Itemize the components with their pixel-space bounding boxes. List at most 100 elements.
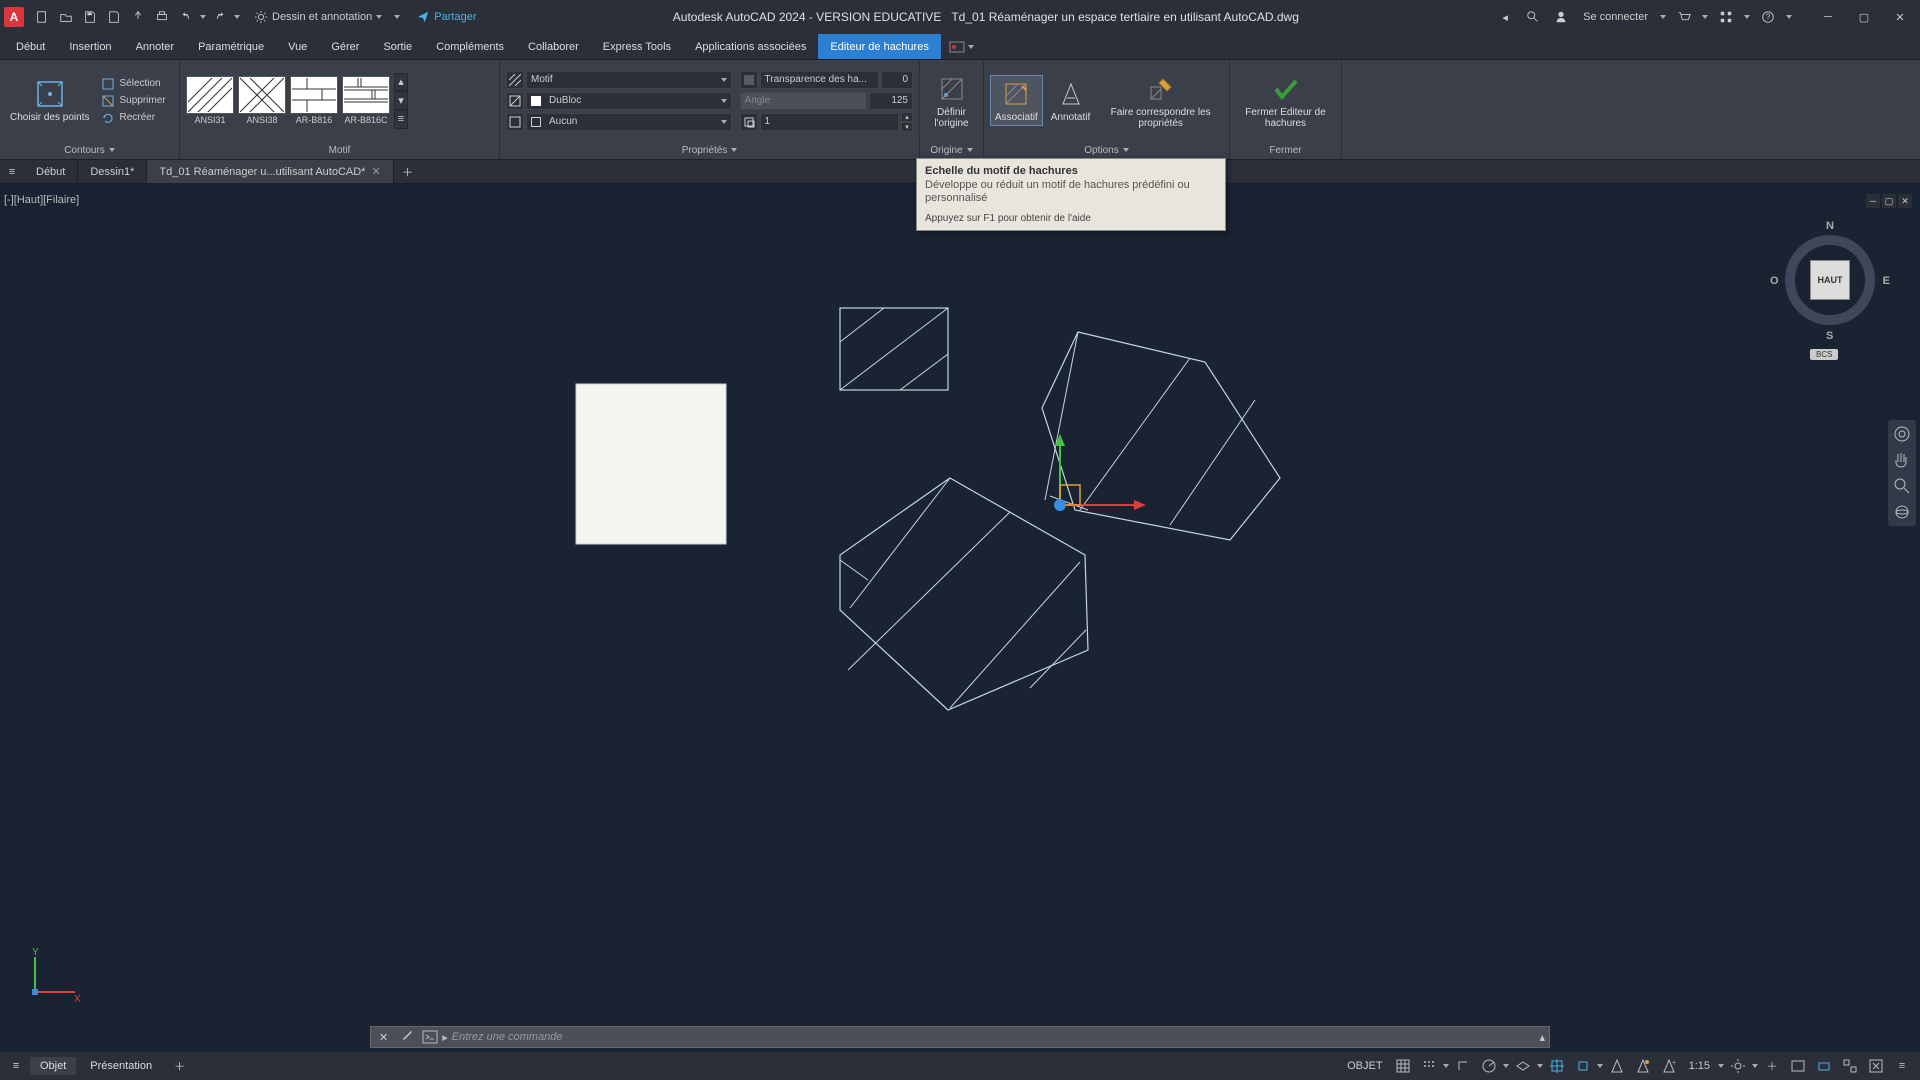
shape-rectangle-white[interactable] [576,384,726,544]
associative-button[interactable]: Associatif [990,75,1043,126]
tab-extra[interactable] [941,34,982,59]
panel-label-origine[interactable]: Origine [920,141,983,159]
isodraft-dropdown-icon[interactable] [1537,1064,1543,1068]
shape-rectangle-small[interactable] [840,308,948,390]
redo-icon[interactable] [210,7,230,27]
hardware-accel-icon[interactable] [1812,1055,1836,1077]
qat-customize-icon[interactable] [394,15,400,19]
panel-label-options[interactable]: Options [984,141,1229,159]
scale-label[interactable]: 1:15 [1683,1060,1716,1072]
shape-hexagon-right[interactable] [1042,332,1280,540]
workspace-selector[interactable]: Dessin et annotation [248,8,388,26]
swatch-ansi38[interactable]: ANSI38 [238,76,286,125]
recreate-button[interactable]: Recréer [97,110,169,126]
nav-orbit-icon[interactable] [1888,502,1916,522]
layout-menu-icon[interactable]: ≡ [6,1056,26,1076]
osnap-dropdown-icon[interactable] [1597,1064,1603,1068]
command-history-icon[interactable]: ▴ [1539,1031,1545,1044]
ucs-icon[interactable]: Y X [20,947,80,1010]
undo-icon[interactable] [176,7,196,27]
tab-insertion[interactable]: Insertion [57,34,123,59]
snap-toggle-icon[interactable] [1417,1055,1441,1077]
match-props-button[interactable]: Faire correspondre les propriétés [1098,71,1223,131]
close-editor-button[interactable]: Fermer Editeur de hachures [1236,71,1335,131]
tab-sortie[interactable]: Sortie [371,34,424,59]
hatch-origin-gizmo[interactable] [1054,434,1146,511]
osnap-toggle-icon[interactable] [1545,1055,1569,1077]
select-button[interactable]: Sélection [97,76,169,92]
viewcube-face-top[interactable]: HAUT [1810,260,1850,300]
clean-screen-icon[interactable] [1864,1055,1888,1077]
tab-complements[interactable]: Compléments [424,34,516,59]
pick-points-button[interactable]: Choisir des points [6,76,93,125]
isodraft-toggle-icon[interactable] [1511,1055,1535,1077]
cart-dropdown-icon[interactable] [1702,15,1708,19]
user-icon[interactable] [1551,7,1571,27]
saveas-icon[interactable] [104,7,124,27]
hatch-type-dropdown[interactable]: Motif [526,71,732,89]
plot-icon[interactable] [152,7,172,27]
close-button[interactable]: ✕ [1884,7,1916,27]
isolate-objects-icon[interactable] [1838,1055,1862,1077]
hatch-bg-icon[interactable] [506,113,524,131]
ui-lock-icon[interactable] [1786,1055,1810,1077]
grid-toggle-icon[interactable] [1391,1055,1415,1077]
annotative-button[interactable]: Annotatif [1047,76,1094,125]
workspace-switch-dropdown-icon[interactable] [1752,1064,1758,1068]
swatch-expand[interactable]: ≡ [394,110,408,129]
panel-label-contours[interactable]: Contours [0,141,179,159]
save-icon[interactable] [80,7,100,27]
tab-express-tools[interactable]: Express Tools [591,34,683,59]
hatch-type-icon[interactable] [506,71,524,89]
swatch-scroll-up[interactable]: ▴ [394,73,408,92]
annotation-auto-icon[interactable]: + [1657,1055,1681,1077]
nav-wheel-icon[interactable] [1888,424,1916,444]
new-icon[interactable] [32,7,52,27]
help-dropdown-icon[interactable] [1786,15,1792,19]
monitor-plus-icon[interactable]: ＋ [1760,1055,1784,1077]
scale-icon[interactable] [740,113,758,131]
viewcube-west[interactable]: O [1770,275,1779,287]
tab-vue[interactable]: Vue [276,34,319,59]
panel-label-proprietes[interactable]: Propriétés [500,141,919,159]
tab-applications[interactable]: Applications associées [683,34,818,59]
minimize-button[interactable]: ─ [1812,7,1844,27]
command-input[interactable]: Entrez une commande [452,1031,1536,1043]
search-prev-icon[interactable]: ◂ [1495,7,1515,27]
layout-tab-add[interactable]: ＋ [166,1058,193,1074]
open-icon[interactable] [56,7,76,27]
ortho-toggle-icon[interactable] [1451,1055,1475,1077]
maximize-button[interactable]: ▢ [1848,7,1880,27]
nav-zoom-icon[interactable] [1888,476,1916,496]
viewport-minimize[interactable]: ─ [1866,194,1880,208]
viewcube-east[interactable]: E [1883,275,1890,287]
viewcube[interactable]: HAUT N S E O BCS [1770,220,1890,360]
tab-annoter[interactable]: Annoter [124,34,187,59]
viewport-close[interactable]: ✕ [1898,194,1912,208]
tab-collaborer[interactable]: Collaborer [516,34,591,59]
customization-icon[interactable]: ≡ [1890,1055,1914,1077]
swatch-scroll-down[interactable]: ▾ [394,91,408,110]
command-line[interactable]: ✕ ▸ Entrez une commande ▴ [370,1026,1550,1048]
annotation-visibility-icon[interactable] [1631,1055,1655,1077]
app-logo[interactable]: A [4,7,24,27]
search-icon[interactable] [1523,7,1543,27]
layout-tab-presentation[interactable]: Présentation [80,1057,162,1075]
command-customize-icon[interactable] [396,1029,418,1046]
status-objet[interactable]: OBJET [1341,1060,1388,1072]
viewcube-bcs[interactable]: BCS [1810,349,1838,360]
transparency-icon[interactable] [740,71,758,89]
signin-label[interactable]: Se connecter [1579,11,1652,23]
undo-dropdown-icon[interactable] [200,15,206,19]
file-tabs-menu-icon[interactable]: ≡ [0,160,24,183]
drawing-canvas[interactable] [0,210,1920,1020]
scale-input[interactable]: 1 [760,113,899,131]
file-tab-add-button[interactable]: ＋ [394,160,422,183]
transparency-input[interactable]: 0 [881,71,913,89]
view-label[interactable]: [-][Haut][Filaire] [4,194,79,206]
command-close-icon[interactable]: ✕ [375,1031,392,1044]
set-origin-button[interactable]: Définir l'origine [926,71,977,131]
tab-gerer[interactable]: Gérer [319,34,371,59]
help-icon[interactable]: ? [1758,7,1778,27]
hatch-bg-dropdown[interactable]: Aucun [526,113,732,131]
